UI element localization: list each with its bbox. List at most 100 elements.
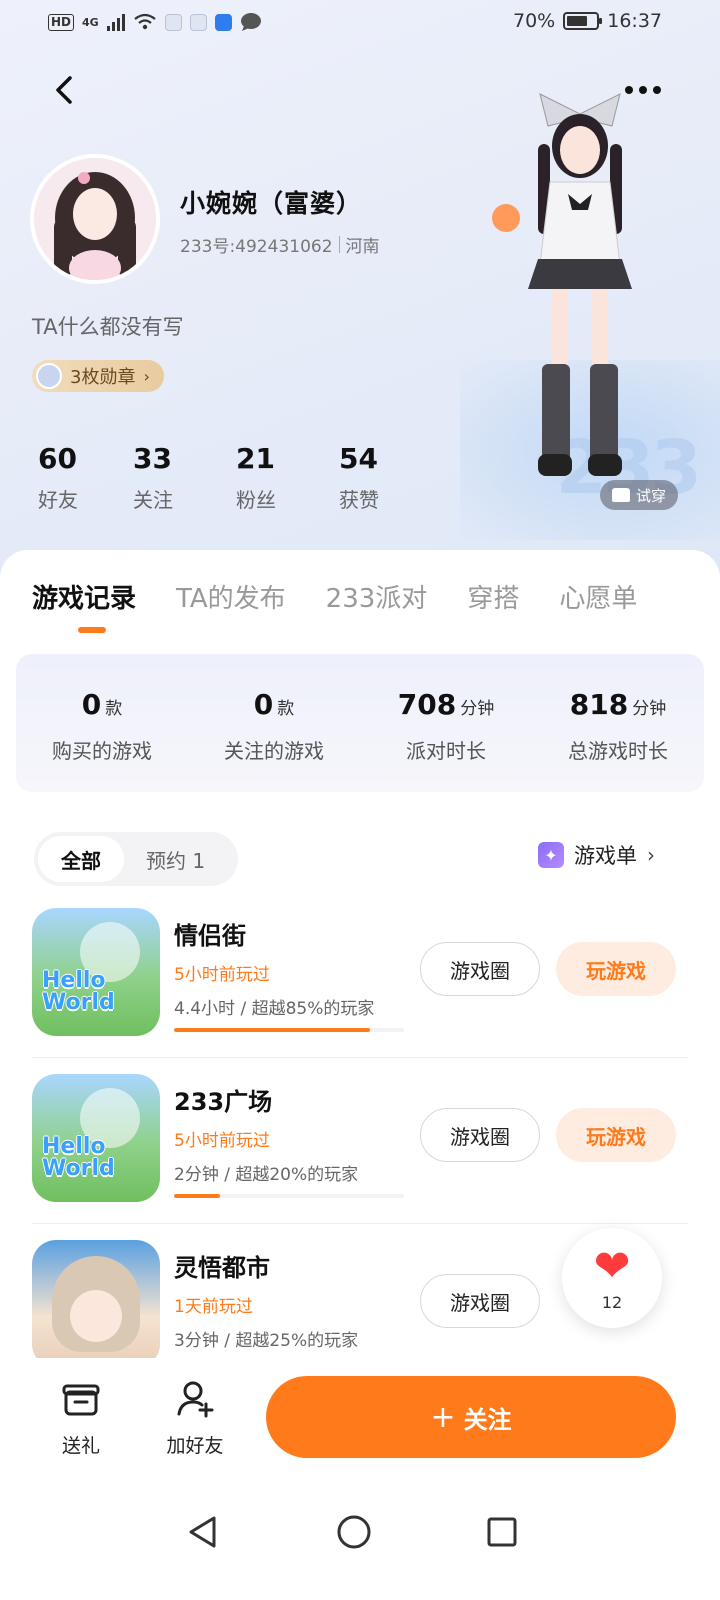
gift-label: 送礼: [61, 1435, 100, 1457]
gift-icon: [62, 1384, 100, 1416]
summary-value: 708: [397, 688, 457, 721]
signal-icon: [106, 13, 125, 31]
add-friend-label: 加好友: [166, 1435, 224, 1457]
percentile-bar: [174, 1028, 404, 1032]
try-on-label: 试穿: [636, 486, 667, 505]
square-recents-icon: [487, 1517, 517, 1547]
play-game-button[interactable]: 玩游戏: [556, 1108, 676, 1162]
stat-fans[interactable]: 21 粉丝: [236, 442, 339, 513]
nav-back-button[interactable]: [180, 1510, 224, 1554]
play-game-button[interactable]: 玩游戏: [556, 942, 676, 996]
game-icon[interactable]: Hello World: [32, 1074, 160, 1202]
filter-segment: 全部 预约 1: [34, 832, 238, 886]
summary-label: 关注的游戏: [224, 739, 324, 763]
avatar-image: [34, 158, 156, 280]
play-stat: 4.4小时 / 超越85%的玩家: [174, 999, 375, 1019]
bio: TA什么都没有写: [32, 315, 184, 339]
summary-unit: 款: [105, 699, 123, 719]
add-friend-button[interactable]: 加好友: [150, 1378, 240, 1458]
last-played: 5小时前玩过: [174, 1131, 270, 1151]
tab-game-records[interactable]: 游戏记录: [32, 578, 136, 615]
character-avatar-3d[interactable]: [480, 84, 680, 494]
gift-button[interactable]: 送礼: [36, 1378, 126, 1458]
last-played: 1天前玩过: [174, 1297, 253, 1317]
clock: 16:37: [607, 10, 662, 32]
game-title: 233广场: [174, 1088, 273, 1116]
game-icon-text: Hello World: [42, 968, 115, 1015]
summary-label: 派对时长: [406, 739, 486, 763]
network-type: 4G: [82, 15, 99, 29]
summary-value: 0: [253, 688, 274, 721]
back-button[interactable]: [46, 72, 82, 108]
sparkle-icon: ✦: [538, 842, 564, 868]
region: 河南: [345, 237, 380, 257]
status-left: HD 4G: [48, 12, 262, 32]
game-list-button[interactable]: ✦ 游戏单 ›: [538, 840, 655, 870]
list-item[interactable]: Hello World 233广场 5小时前玩过 2分钟 / 超越20%的玩家 …: [0, 1056, 720, 1224]
stat-likes[interactable]: 54 获赞: [339, 442, 442, 513]
circle-home-icon: [337, 1515, 371, 1549]
divider: [338, 236, 340, 253]
battery-icon: [563, 12, 603, 30]
uid-line: 233号:492431062 河南: [180, 232, 380, 257]
avatar[interactable]: [30, 154, 160, 284]
list-item[interactable]: Hello World 情侣街 5小时前玩过 4.4小时 / 超越85%的玩家 …: [0, 890, 720, 1058]
filter-all[interactable]: 全部: [38, 836, 124, 882]
tab-233-party[interactable]: 233派对: [326, 578, 428, 615]
tab-posts[interactable]: TA的发布: [176, 578, 286, 615]
game-icon[interactable]: [32, 1240, 160, 1368]
game-icon[interactable]: Hello World: [32, 908, 160, 1036]
nickname: 小婉婉（富婆）: [180, 189, 363, 218]
stat-label: 好友: [38, 488, 78, 512]
percentile-bar: [174, 1194, 404, 1198]
medal-icon: [36, 363, 62, 389]
notification-app-icon: [164, 13, 182, 31]
hd-indicator: HD: [48, 13, 75, 31]
game-title: 灵悟都市: [174, 1254, 270, 1282]
profile-stats: 60 好友 33 关注 21 粉丝 54 获赞: [30, 442, 442, 513]
chat-bubble-icon: [240, 13, 261, 31]
notification-app-icon: [189, 13, 207, 31]
last-played: 5小时前玩过: [174, 965, 270, 985]
follow-button[interactable]: + 关注: [266, 1376, 676, 1458]
like-button[interactable]: ❤ 12: [562, 1228, 662, 1328]
stat-value: 21: [236, 442, 275, 475]
stat-value: 33: [133, 442, 172, 475]
more-dot: [639, 86, 647, 94]
profile-tabs: 游戏记录 TA的发布 233派对 穿搭 心愿单: [32, 578, 637, 615]
summary-value: 0: [81, 688, 102, 721]
nav-home-button[interactable]: [332, 1510, 376, 1554]
summary-total-time: 818 分钟 总游戏时长: [532, 654, 704, 792]
more-options-button[interactable]: [618, 72, 668, 108]
summary-value: 818: [569, 688, 629, 721]
game-list-label: 游戏单: [574, 844, 637, 868]
stat-friends[interactable]: 60 好友: [30, 442, 133, 513]
like-count: 12: [601, 1292, 623, 1312]
tab-outfits[interactable]: 穿搭: [467, 578, 519, 615]
badges-button[interactable]: 3枚勋章 ›: [32, 360, 164, 392]
play-stat: 3分钟 / 超越25%的玩家: [174, 1331, 359, 1351]
status-bar: HD 4G 70% 16:37: [0, 0, 720, 50]
shirt-icon: [612, 488, 630, 502]
add-user-icon: [177, 1381, 214, 1418]
game-circle-button[interactable]: 游戏圈: [420, 1274, 540, 1328]
status-right: 70% 16:37: [513, 10, 662, 32]
character-face: [70, 1290, 122, 1342]
more-dot: [625, 86, 633, 94]
try-on-button[interactable]: 试穿: [600, 480, 679, 510]
summary-unit: 分钟: [632, 699, 667, 719]
badges-label: 3枚勋章: [70, 367, 136, 388]
nav-recents-button[interactable]: [480, 1510, 524, 1554]
game-circle-button[interactable]: 游戏圈: [420, 942, 540, 996]
chevron-right-icon: ›: [647, 843, 655, 867]
cloud-app-icon: [214, 13, 232, 31]
triangle-back-icon: [189, 1516, 216, 1548]
tab-wishlist[interactable]: 心愿单: [559, 578, 637, 615]
stat-label: 粉丝: [236, 488, 276, 512]
more-dot: [653, 86, 661, 94]
game-circle-button[interactable]: 游戏圈: [420, 1108, 540, 1162]
filter-preorder[interactable]: 预约 1: [146, 832, 205, 886]
bottom-action-bar: 送礼 加好友 + 关注: [0, 1358, 720, 1490]
stat-following[interactable]: 33 关注: [133, 442, 236, 513]
play-stat: 2分钟 / 超越20%的玩家: [174, 1165, 359, 1185]
